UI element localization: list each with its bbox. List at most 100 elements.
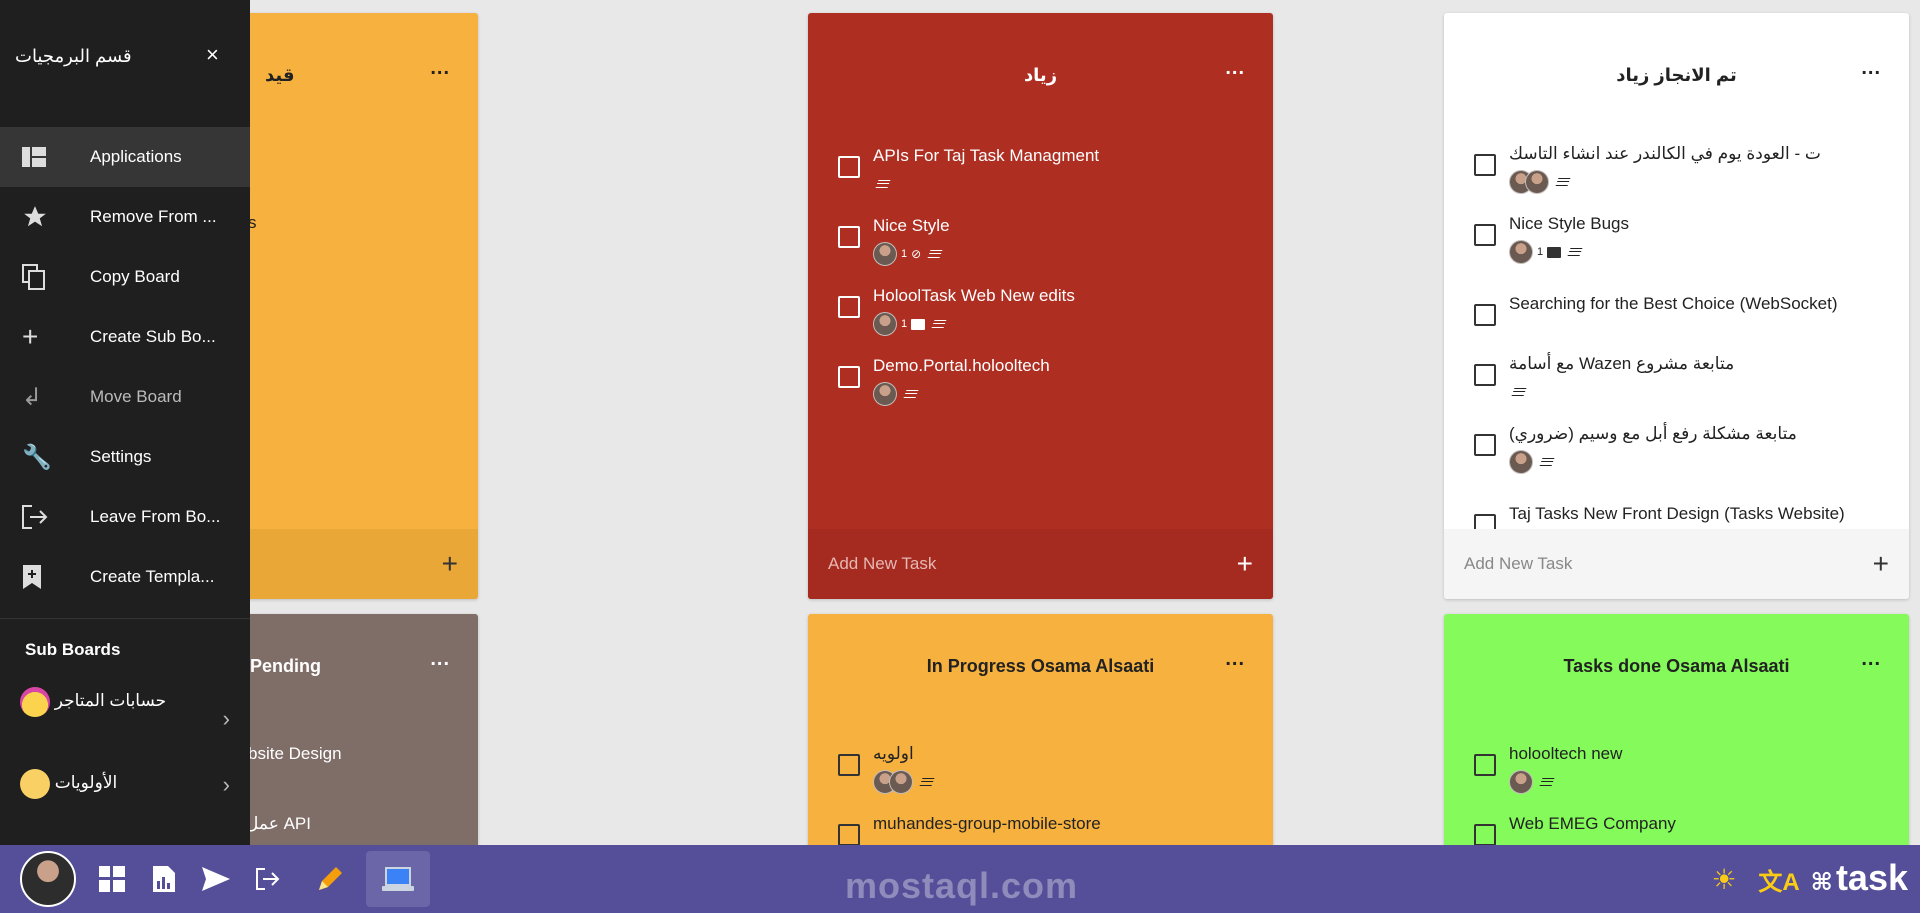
task-title: Nice Style Bugs [1509, 214, 1629, 233]
task-checkbox[interactable] [1474, 224, 1496, 246]
task-title: Web EMEG Company [1509, 814, 1676, 833]
report-icon[interactable] [138, 851, 190, 907]
close-icon[interactable]: × [206, 42, 219, 68]
pencil-icon[interactable] [304, 851, 356, 907]
menu-item-settings[interactable]: 🔧 Settings [0, 427, 250, 487]
task-card[interactable]: APIs For Taj Task Managment [838, 146, 1263, 206]
add-new-task-button[interactable]: Add New Task [828, 554, 936, 574]
menu-item-move-board[interactable]: ↲ Move Board [0, 367, 250, 427]
logo-icon: ⌘ [1810, 869, 1833, 896]
bookmark-add-icon [0, 564, 90, 590]
task-card[interactable]: Demo.Portal.holooltech [838, 356, 1263, 416]
attachment-count: 1 [901, 248, 908, 260]
task-checkbox[interactable] [1474, 824, 1496, 846]
menu-item-label: Move Board [90, 387, 182, 406]
task-title: متابعة مشكلة رفع أبل مع وسيم (ضروري) [1509, 424, 1797, 443]
user-avatar[interactable] [18, 851, 78, 907]
attachment-icon: ⊘ [911, 247, 922, 261]
column-in-progress-osama: In Progress Osama Alsaati ... اولويه muh… [808, 614, 1273, 854]
sub-board-item[interactable]: حسابات المتاجر › [20, 686, 230, 731]
task-checkbox[interactable] [838, 754, 860, 776]
task-checkbox[interactable] [838, 366, 860, 388]
assignee-avatar [1509, 450, 1533, 474]
panel-title: قسم البرمجيات [15, 46, 132, 66]
board-side-panel: قسم البرمجيات × Applications Remove From… [0, 0, 250, 845]
task-title: مع أسامة Wazen متابعة مشروع [1509, 354, 1735, 373]
menu-item-leave-board[interactable]: Leave From Bo... [0, 487, 250, 547]
comment-count: 1 [1537, 246, 1544, 258]
task-card[interactable]: مع أسامة Wazen متابعة مشروع [1474, 354, 1899, 414]
task-checkbox[interactable] [1474, 364, 1496, 386]
column-qaid: قيد ... s + [210, 13, 478, 599]
task-checkbox[interactable] [1474, 434, 1496, 456]
task-checkbox[interactable] [838, 296, 860, 318]
app-logo[interactable]: ⌘task [1811, 857, 1908, 899]
assignee-avatar [1525, 170, 1549, 194]
description-icon [875, 180, 891, 188]
column-footer: Add New Task + [808, 529, 1273, 599]
task-card[interactable]: اولويه [838, 744, 1263, 804]
chevron-right-icon: › [222, 772, 230, 797]
plus-icon: + [22, 321, 39, 352]
menu-item-remove-from[interactable]: Remove From ... [0, 187, 250, 247]
task-card[interactable]: holooltech new [1474, 744, 1899, 804]
task-checkbox[interactable] [838, 226, 860, 248]
task-meta [1509, 380, 1527, 404]
send-icon[interactable] [190, 851, 242, 907]
task-checkbox[interactable] [1474, 304, 1496, 326]
dashboard-icon[interactable] [86, 851, 138, 907]
column-menu-button[interactable]: ... [1225, 58, 1245, 78]
add-task-plus-icon[interactable]: + [442, 548, 458, 580]
task-checkbox[interactable] [838, 824, 860, 846]
logout-icon[interactable] [242, 851, 294, 907]
task-card[interactable]: متابعة مشكلة رفع أبل مع وسيم (ضروري) [1474, 424, 1899, 484]
sub-board-item[interactable]: الأولويات › [20, 768, 230, 799]
column-footer: Add New Task + [1444, 529, 1909, 599]
description-icon [919, 778, 935, 786]
menu-item-label: Applications [90, 147, 182, 166]
task-checkbox[interactable] [1474, 754, 1496, 776]
wrench-icon: 🔧 [22, 443, 52, 471]
menu-item-copy-board[interactable]: Copy Board [0, 247, 250, 307]
task-meta [873, 770, 935, 794]
description-icon [1555, 178, 1571, 186]
task-meta: 1 ⊘ [873, 242, 943, 266]
menu-item-label: Leave From Bo... [90, 507, 221, 526]
menu-item-create-template[interactable]: Create Templa... [0, 547, 250, 607]
translate-icon[interactable]: 文A [1753, 851, 1805, 907]
menu-item-create-sub-board[interactable]: + Create Sub Bo... [0, 307, 250, 367]
column-menu-button[interactable]: ... [1861, 649, 1881, 669]
task-checkbox[interactable] [838, 156, 860, 178]
menu-item-applications[interactable]: Applications [0, 127, 250, 187]
column-title: In Progress Osama Alsaati [926, 656, 1155, 676]
column-menu-button[interactable]: ... [1225, 649, 1245, 669]
column-menu-button[interactable]: ... [430, 649, 450, 669]
add-task-plus-icon[interactable]: + [1237, 548, 1253, 580]
menu-item-label: Create Sub Bo... [90, 327, 216, 346]
column-menu-button[interactable]: ... [430, 58, 450, 78]
task-card[interactable]: Nice Style Bugs 1 [1474, 214, 1899, 274]
laptop-icon[interactable] [366, 851, 430, 907]
task-card[interactable]: ت - العودة يوم في الكالندر عند انشاء الت… [1474, 144, 1899, 204]
watermark-text: mostaql.com [845, 865, 1079, 906]
add-task-plus-icon[interactable]: + [1873, 548, 1889, 580]
flushed-emoji-icon [20, 768, 50, 799]
add-new-task-button[interactable]: Add New Task [1464, 554, 1572, 574]
task-checkbox[interactable] [1474, 154, 1496, 176]
column-title: Tasks done Osama Alsaati [1563, 656, 1790, 676]
comment-count: 1 [901, 318, 908, 330]
description-icon [1539, 778, 1555, 786]
menu-item-label: Remove From ... [90, 207, 217, 226]
task-card[interactable]: HoloolTask Web New edits 1 [838, 286, 1263, 346]
menu-item-label: Create Templa... [90, 567, 215, 586]
task-card[interactable]: Nice Style 1 ⊘ [838, 216, 1263, 276]
column-done-osama: Tasks done Osama Alsaati ... holooltech … [1444, 614, 1909, 854]
sun-icon[interactable]: ☀ [1698, 851, 1750, 907]
menu-item-label: Copy Board [90, 267, 180, 286]
assignee-avatar [873, 312, 897, 336]
column-menu-button[interactable]: ... [1861, 58, 1881, 78]
task-meta [1509, 170, 1571, 194]
task-title: اولويه [873, 744, 914, 763]
task-card[interactable]: Searching for the Best Choice (WebSocket… [1474, 294, 1899, 354]
task-meta [873, 382, 919, 406]
